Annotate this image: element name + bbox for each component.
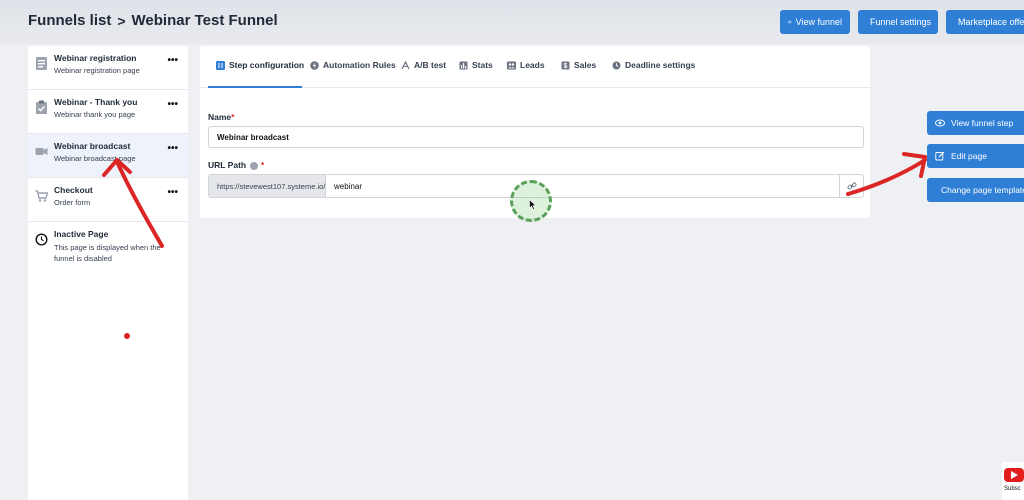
- url-path-input[interactable]: webinar: [326, 175, 839, 197]
- funnel-settings-label: Funnel settings: [870, 17, 932, 27]
- svg-text:$: $: [564, 63, 568, 70]
- change-page-template-label: Change page template: [941, 185, 1024, 195]
- tab-leads[interactable]: Leads: [507, 60, 545, 70]
- change-page-template-button[interactable]: Change page template: [927, 178, 1024, 202]
- required-marker: *: [260, 160, 265, 170]
- tab-label: A/B test: [414, 60, 447, 70]
- tab-ab-test[interactable]: A/B test: [401, 60, 446, 70]
- tab-deadline-settings[interactable]: Deadline settings: [612, 60, 695, 70]
- eye-icon: [935, 119, 945, 127]
- view-funnel-step-label: View funnel step: [951, 118, 1014, 128]
- sidebar-item-title: Webinar - Thank you: [54, 97, 138, 107]
- red-annotation-dot: [124, 333, 130, 339]
- required-marker: *: [231, 112, 235, 122]
- subscribe-text: Subsc: [1004, 486, 1021, 492]
- tab-label: Sales: [574, 60, 597, 70]
- subscribe-watermark[interactable]: Subsc: [1002, 462, 1024, 500]
- name-input[interactable]: Webinar broadcast: [208, 126, 864, 148]
- sidebar-item-subtitle: This page is displayed when the funnel i…: [54, 243, 161, 263]
- breadcrumb-separator: >: [117, 12, 126, 29]
- url-path-field-label: URL Path *: [208, 160, 264, 170]
- step-tabs: Step configuration Automation Rules A/B …: [200, 46, 870, 88]
- tab-automation-rules[interactable]: Automation Rules: [310, 60, 396, 70]
- view-funnel-button[interactable]: View funnel: [780, 10, 850, 34]
- sidebar-item-webinar-broadcast[interactable]: Webinar broadcast Webinar broadcast page…: [28, 134, 188, 178]
- sidebar-item-title: Inactive Page: [54, 229, 109, 239]
- help-icon[interactable]: [250, 161, 259, 170]
- more-options-icon[interactable]: •••: [167, 143, 178, 154]
- tab-label: Step configuration: [229, 60, 305, 70]
- breadcrumb: Funnels list > Webinar Test Funnel: [28, 12, 278, 29]
- edit-icon: [935, 151, 945, 161]
- mouse-pointer-icon: [529, 199, 537, 211]
- sidebar-item-title: Webinar registration: [54, 53, 137, 63]
- sidebar-item-subtitle: Webinar broadcast page: [54, 154, 136, 163]
- sidebar-item-title: Webinar broadcast: [54, 141, 131, 151]
- tab-label: Leads: [520, 60, 545, 70]
- split-test-icon: [401, 60, 410, 69]
- sidebar-item-checkout[interactable]: Checkout Order form •••: [28, 178, 188, 222]
- tab-label: Deadline settings: [625, 60, 696, 70]
- name-input-value: Webinar broadcast: [217, 132, 289, 142]
- url-path-value: webinar: [334, 181, 363, 191]
- lightning-icon: [310, 60, 319, 70]
- marketplace-offer-label: Marketplace offe: [958, 17, 1024, 27]
- step-config-icon: [216, 60, 225, 70]
- active-tab-indicator: [208, 86, 302, 88]
- sidebar-item-webinar-registration[interactable]: Webinar registration Webinar registratio…: [28, 46, 188, 90]
- bar-chart-icon: [459, 61, 468, 69]
- copy-link-button[interactable]: [839, 175, 863, 197]
- name-label-text: Name: [208, 112, 232, 122]
- more-options-icon[interactable]: •••: [167, 99, 178, 110]
- breadcrumb-funnels-list[interactable]: Funnels list: [28, 12, 111, 29]
- clock-icon: [612, 61, 621, 69]
- clock-icon: [35, 233, 48, 246]
- eye-icon: [788, 20, 792, 24]
- dollar-icon: $: [561, 61, 570, 70]
- more-options-icon[interactable]: •••: [167, 55, 178, 66]
- sidebar-item-subtitle: Webinar registration page: [54, 66, 140, 75]
- funnel-settings-button[interactable]: Funnel settings: [858, 10, 938, 34]
- top-bar: Funnels list > Webinar Test Funnel View …: [0, 0, 1024, 44]
- play-icon: [1011, 471, 1018, 479]
- tab-label: Automation Rules: [323, 60, 396, 70]
- more-options-icon[interactable]: •••: [167, 187, 178, 198]
- name-field-label: Name*: [208, 112, 234, 122]
- sidebar-item-inactive-page[interactable]: Inactive Page This page is displayed whe…: [28, 222, 188, 294]
- view-funnel-label: View funnel: [795, 17, 842, 27]
- sidebar-item-subtitle: Webinar thank you page: [54, 110, 136, 119]
- funnel-steps-sidebar: Webinar registration Webinar registratio…: [28, 46, 188, 500]
- link-icon: [847, 182, 856, 190]
- tab-stats[interactable]: Stats: [459, 60, 493, 70]
- url-prefix-text: https://stevewest107.systeme.io/: [217, 181, 326, 191]
- cart-icon: [35, 190, 48, 202]
- view-funnel-step-button[interactable]: View funnel step: [927, 111, 1024, 135]
- tab-sales[interactable]: $ Sales: [561, 60, 596, 70]
- url-path-label-text: URL Path: [208, 160, 247, 170]
- edit-page-button[interactable]: Edit page: [927, 144, 1024, 168]
- edit-page-label: Edit page: [951, 151, 987, 161]
- video-camera-icon: [35, 148, 48, 155]
- sidebar-item-subtitle: Order form: [54, 198, 91, 207]
- marketplace-offer-button[interactable]: Marketplace offe: [946, 10, 1024, 34]
- users-icon: [507, 61, 516, 69]
- sidebar-item-title: Checkout: [54, 185, 93, 195]
- url-prefix: https://stevewest107.systeme.io/: [209, 175, 326, 197]
- clipboard-check-icon: [36, 100, 47, 114]
- tab-label: Stats: [472, 60, 493, 70]
- page-icon: [36, 57, 47, 70]
- sidebar-item-webinar-thank-you[interactable]: Webinar - Thank you Webinar thank you pa…: [28, 90, 188, 134]
- page-title: Webinar Test Funnel: [131, 12, 278, 29]
- tab-step-configuration[interactable]: Step configuration: [216, 60, 304, 70]
